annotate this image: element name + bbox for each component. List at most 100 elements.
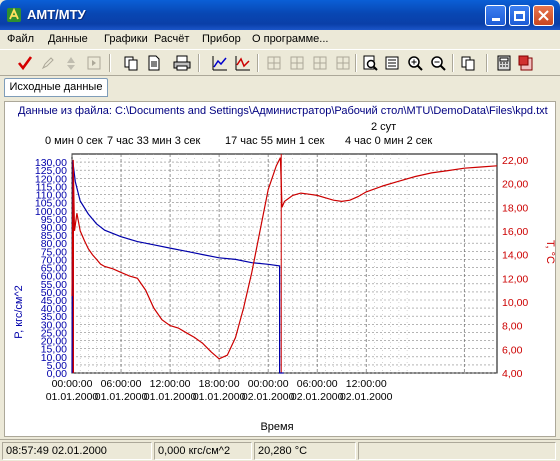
status-bar: 08:57:49 02.01.2000 0,000 кгс/см^2 20,28…: [0, 439, 560, 461]
menu-about[interactable]: О программе...: [252, 33, 328, 45]
print-button[interactable]: [172, 53, 192, 73]
status-datetime: 08:57:49 02.01.2000: [2, 442, 152, 460]
recycle-icon: [67, 57, 75, 70]
duration-mark-label: 17 час 55 мин 1 сек: [225, 135, 325, 147]
file-path-label: Данные из файла: C:\Documents and Settin…: [18, 105, 548, 117]
status-empty: [358, 442, 556, 460]
copy-icon: [124, 56, 138, 71]
app-icon: [7, 7, 21, 22]
x-tick-date: 02.01.2000: [291, 391, 344, 403]
total-duration-label: 2 сут: [371, 121, 396, 133]
export-button[interactable]: [516, 53, 536, 73]
x-tick-time: 00:00:00: [52, 378, 93, 390]
duration-mark-label: 0 мин 0 сек: [45, 135, 103, 147]
x-tick-date: 02.01.2000: [242, 391, 295, 403]
title-bar[interactable]: АМТ/МТУ: [0, 0, 560, 30]
left-tick-label: 130,00: [35, 157, 67, 169]
grid-3-button[interactable]: [310, 53, 330, 73]
menu-calculation[interactable]: Расчёт: [154, 33, 189, 45]
x-tick-time: 12:00:00: [150, 378, 191, 390]
zoom-out-button[interactable]: [428, 53, 448, 73]
right-tick-label: 4,00: [502, 368, 523, 380]
list-button[interactable]: [382, 53, 402, 73]
menu-bar: Файл Данные Графики Расчёт Прибор О прог…: [0, 30, 560, 49]
right-tick-label: 14,00: [502, 250, 528, 262]
minimize-button[interactable]: [485, 5, 506, 26]
grid-1-icon: [267, 56, 281, 70]
pages-button[interactable]: [458, 53, 478, 73]
minimize-icon: [491, 18, 500, 21]
x-tick-date: 01.01.2000: [95, 391, 148, 403]
menu-data[interactable]: Данные: [48, 33, 88, 45]
menu-file[interactable]: Файл: [7, 33, 34, 45]
recycle-button[interactable]: [61, 53, 81, 73]
chart-panel: Данные из файла: C:\Documents and Settin…: [4, 101, 556, 437]
right-tick-label: 10,00: [502, 297, 528, 309]
export-icon: [518, 55, 533, 71]
duration-mark-label: 7 час 33 мин 3 сек: [107, 135, 200, 147]
right-tick-label: 16,00: [502, 226, 528, 238]
x-tick-time: 06:00:00: [297, 378, 338, 390]
check-icon: [17, 56, 33, 71]
x-tick-date: 02.01.2000: [340, 391, 393, 403]
x-tick-date: 01.01.2000: [46, 391, 99, 403]
edit-button[interactable]: [38, 53, 58, 73]
right-axis-label: T, °С: [544, 240, 555, 264]
apply-button[interactable]: [15, 53, 35, 73]
x-tick-time: 00:00:00: [248, 378, 289, 390]
close-button[interactable]: [533, 5, 554, 26]
close-icon: [538, 10, 549, 21]
zoom-page-icon: [363, 55, 378, 71]
chart-alt-icon: [235, 56, 250, 71]
grid-2-icon: [290, 56, 304, 70]
status-temperature: 20,280 °C: [254, 442, 356, 460]
right-tick-label: 22,00: [502, 155, 528, 167]
right-tick-label: 18,00: [502, 202, 528, 214]
menu-device[interactable]: Прибор: [202, 33, 241, 45]
window-title: АМТ/МТУ: [27, 7, 86, 22]
x-axis-label: Время: [260, 421, 293, 433]
toolbar-separator: [486, 54, 488, 72]
chart: Данные из файла: C:\Documents and Settin…: [13, 105, 555, 433]
next-button[interactable]: [84, 53, 104, 73]
page-button[interactable]: [144, 53, 164, 73]
chart-button[interactable]: [210, 53, 230, 73]
zoom-page-button[interactable]: [360, 53, 380, 73]
zoom-in-button[interactable]: [405, 53, 425, 73]
toolbar: [0, 49, 560, 76]
toolbar-separator: [109, 54, 111, 72]
tab-strip: Исходные данные: [0, 76, 560, 100]
x-tick-date: 01.01.2000: [193, 391, 246, 403]
grid-4-icon: [336, 56, 350, 70]
left-axis-label: P, кгс/см^2: [13, 285, 25, 339]
calculator-icon: [497, 55, 511, 71]
right-tick-label: 12,00: [502, 273, 528, 285]
grid-1-button[interactable]: [264, 53, 284, 73]
calculator-button[interactable]: [494, 53, 514, 73]
print-icon: [173, 55, 191, 71]
x-tick-time: 12:00:00: [346, 378, 387, 390]
toolbar-separator: [452, 54, 454, 72]
menu-charts[interactable]: Графики: [104, 33, 148, 45]
toolbar-separator: [257, 54, 259, 72]
list-icon: [385, 56, 399, 70]
x-tick-time: 06:00:00: [101, 378, 142, 390]
maximize-button[interactable]: [509, 5, 530, 26]
tab-source-data[interactable]: Исходные данные: [4, 78, 108, 97]
copy-button[interactable]: [121, 53, 141, 73]
chart-alt-button[interactable]: [233, 53, 253, 73]
grid-4-button[interactable]: [333, 53, 353, 73]
toolbar-separator: [198, 54, 200, 72]
grid-2-button[interactable]: [287, 53, 307, 73]
chart-icon: [212, 56, 227, 71]
pages-icon: [461, 56, 475, 71]
grid-3-icon: [313, 56, 327, 70]
x-tick-time: 18:00:00: [199, 378, 240, 390]
right-tick-label: 6,00: [502, 344, 523, 356]
toolbar-separator: [355, 54, 357, 72]
maximize-icon: [514, 10, 525, 21]
edit-icon: [41, 57, 54, 70]
zoom-in-icon: [408, 56, 423, 71]
x-tick-date: 01.01.2000: [144, 391, 197, 403]
right-tick-label: 20,00: [502, 179, 528, 191]
